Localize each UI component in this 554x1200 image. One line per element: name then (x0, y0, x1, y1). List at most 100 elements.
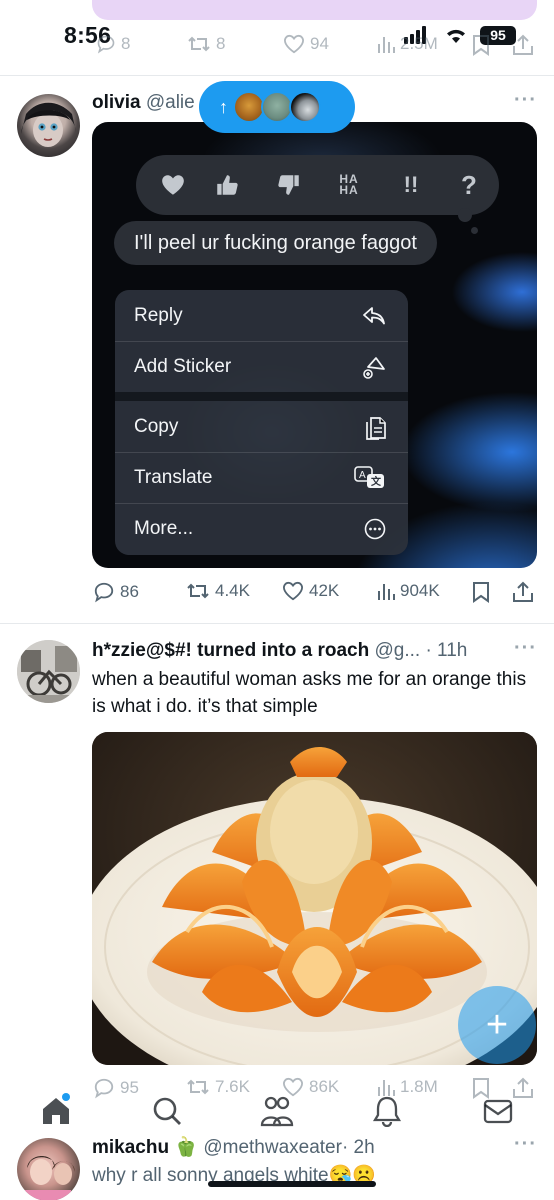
more-options-icon[interactable]: ··· (514, 89, 537, 112)
menu-item-label: Copy (134, 415, 179, 437)
avatar-image-icon (17, 640, 80, 703)
reaction-question[interactable]: ? (444, 155, 494, 215)
reaction-bubble-tail-dot (471, 227, 478, 234)
repost-action[interactable]: 7.6K (186, 1077, 250, 1097)
like-action[interactable]: 86K (282, 1077, 339, 1097)
post-header: olivia @alie (92, 92, 195, 114)
heart-icon (282, 1077, 304, 1097)
like-count: 94 (310, 34, 329, 53)
heart-icon (282, 581, 304, 601)
like-action[interactable]: 94 (283, 34, 329, 54)
more-options-icon[interactable]: ··· (514, 1133, 537, 1156)
display-name[interactable]: olivia (92, 92, 141, 113)
avatar-face-icon (21, 102, 76, 147)
svg-text:A: A (359, 470, 366, 481)
home-unread-dot (62, 1093, 70, 1101)
more-options-icon[interactable]: ··· (514, 637, 537, 660)
menu-item-label: More... (134, 517, 194, 539)
bottom-navigation (0, 1095, 554, 1135)
svg-text:文: 文 (371, 475, 382, 488)
handle[interactable]: @alie (146, 92, 195, 113)
reaction-bubble-tail (458, 208, 472, 222)
repost-action[interactable]: 4.4K (186, 581, 250, 601)
bookmark-icon[interactable] (472, 34, 490, 56)
menu-item-label: Reply (134, 304, 183, 326)
avatar[interactable] (17, 1138, 80, 1200)
heart-icon (162, 175, 184, 195)
post-header: mikachu 🫑 @methwaxeater· 2h (92, 1135, 375, 1159)
views-icon (378, 1080, 395, 1096)
handle[interactable]: @methwaxeater (203, 1137, 342, 1158)
reply-count: 86 (120, 582, 139, 601)
share-icon[interactable] (512, 34, 534, 56)
post-time[interactable]: · 11h (425, 640, 467, 661)
haha-icon: HA HA (339, 172, 359, 197)
post-text: when a beautiful woman asks me for an or… (92, 669, 527, 717)
reply-icon (94, 582, 114, 603)
sticker-icon (363, 356, 385, 379)
menu-item-copy[interactable]: Copy (115, 401, 408, 452)
reply-count: 8 (121, 34, 131, 53)
views-count: 1.8M (400, 1077, 438, 1096)
reaction-heart[interactable] (148, 155, 198, 215)
repost-count: 7.6K (215, 1077, 250, 1096)
like-count: 86K (309, 1077, 340, 1096)
communities-icon[interactable] (260, 1095, 294, 1127)
thumbs-up-icon (217, 175, 238, 195)
reply-action[interactable]: 8 (96, 34, 130, 54)
display-name[interactable]: mikachu (92, 1137, 169, 1158)
views-icon (378, 584, 395, 600)
repost-icon (187, 1079, 209, 1095)
menu-item-translate[interactable]: Translate A文 (115, 452, 408, 503)
menu-item-add-sticker[interactable]: Add Sticker (115, 341, 408, 392)
menu-item-more[interactable]: More... (115, 503, 408, 554)
notifications-bell-icon[interactable] (372, 1095, 402, 1127)
share-icon[interactable] (512, 581, 534, 603)
search-icon[interactable] (151, 1095, 183, 1127)
reaction-haha[interactable]: HA HA (324, 155, 374, 215)
like-count: 42K (309, 581, 340, 600)
post-header: h*zzie@$#! turned into a roach @g... · 1… (92, 640, 467, 662)
repost-count: 8 (216, 34, 226, 53)
message-bubble: I'll peel ur fucking orange faggot (114, 221, 437, 265)
menu-item-label: Add Sticker (134, 355, 232, 377)
avatar-photo-icon (25, 1156, 75, 1200)
views-action[interactable]: 2.5M (377, 34, 438, 54)
views-count: 904K (400, 581, 440, 600)
thumbs-down-icon (278, 175, 299, 195)
repost-count: 4.4K (215, 581, 250, 600)
reaction-bar: HA HA !! ? (136, 155, 499, 215)
exclamation-icon: !! (403, 172, 419, 197)
previous-post-media-edge (92, 0, 537, 20)
messages-envelope-icon[interactable] (482, 1095, 514, 1127)
pepper-emoji: 🫑 (174, 1137, 199, 1158)
repost-action[interactable]: 8 (187, 34, 225, 54)
reply-arrow-icon (363, 306, 385, 324)
context-menu: Reply Add Sticker Copy Translate A文 More… (115, 290, 408, 555)
reaction-thumbs-up[interactable] (202, 155, 252, 215)
views-action[interactable]: 1.8M (377, 1077, 438, 1097)
bookmark-icon[interactable] (472, 581, 490, 603)
display-name[interactable]: h*zzie@$#! turned into a roach (92, 640, 369, 661)
timeline-divider (0, 623, 554, 624)
new-post-avatar-3 (289, 91, 321, 123)
post-actions: 86 4.4K 42K 904K (0, 580, 554, 606)
views-action[interactable]: 904K (377, 581, 440, 601)
avatar[interactable] (17, 640, 80, 703)
menu-item-label: Translate (134, 466, 213, 488)
translate-icon: A文 (354, 465, 384, 488)
post-time[interactable]: · 2h (342, 1137, 375, 1158)
new-posts-pill[interactable]: ↑ (199, 81, 355, 133)
avatar[interactable] (17, 94, 80, 157)
heart-icon (283, 34, 305, 54)
handle[interactable]: @g... (374, 640, 420, 661)
reaction-exclamation[interactable]: !! (386, 155, 436, 215)
like-action[interactable]: 42K (282, 581, 339, 601)
menu-item-reply[interactable]: Reply (115, 290, 408, 341)
copy-icon (366, 416, 386, 440)
plus-icon: + (485, 1003, 509, 1046)
timeline-divider (0, 75, 554, 76)
reply-action[interactable]: 86 (93, 581, 139, 603)
reaction-thumbs-down[interactable] (264, 155, 314, 215)
compose-post-button[interactable]: + (458, 986, 536, 1064)
